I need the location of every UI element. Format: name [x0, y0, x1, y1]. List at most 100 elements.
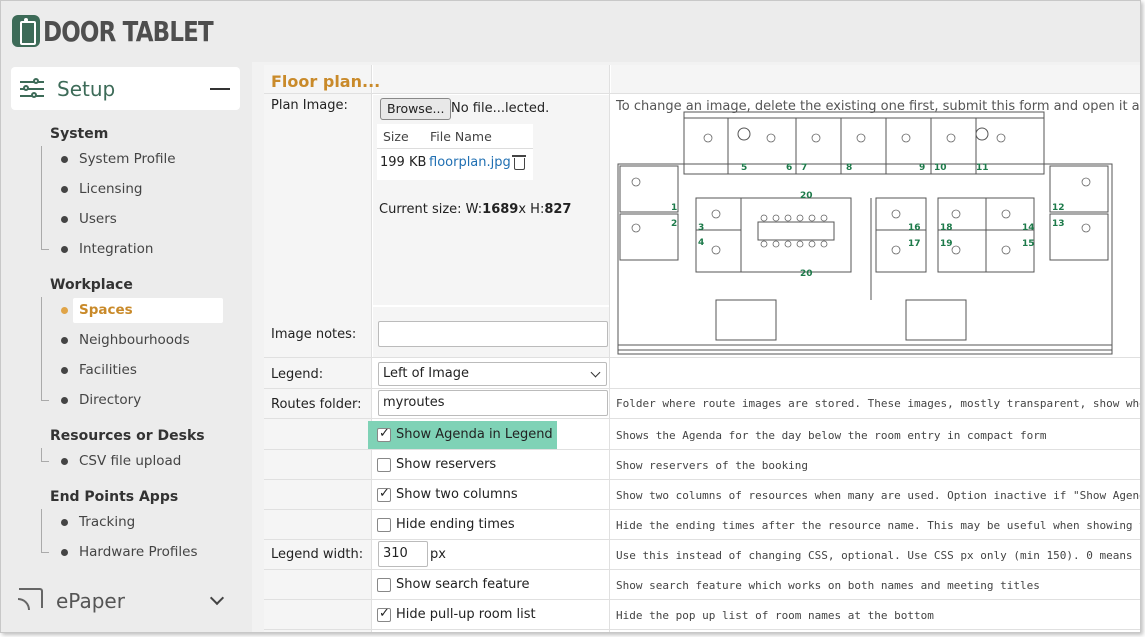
hide-ending-times-option[interactable]: Hide ending times: [377, 517, 515, 532]
nav-bullet: [61, 337, 68, 344]
show-reservers-option[interactable]: Show reservers: [377, 457, 496, 472]
chevron-down-icon: [590, 367, 601, 378]
show-agenda-checkbox[interactable]: [377, 426, 391, 442]
file-status: No file...lected.: [451, 101, 550, 116]
show-reservers-checkbox[interactable]: [377, 457, 391, 472]
nav-tree-line: [41, 297, 42, 400]
room-label: 15: [1022, 239, 1035, 249]
hide-pullup-checkbox[interactable]: [377, 606, 391, 622]
room-label: 20: [800, 269, 813, 279]
routes-folder-label: Routes folder:: [271, 397, 362, 412]
setup-menu-header[interactable]: Setup: [11, 67, 240, 110]
nav-bullet: [61, 549, 68, 556]
show-search-option[interactable]: Show search feature: [377, 577, 529, 592]
legend-select[interactable]: Left of Image: [378, 362, 607, 386]
nav-tree-branch: [41, 552, 49, 553]
room-label: 14: [1022, 223, 1035, 233]
browse-button[interactable]: Browse...: [380, 98, 452, 120]
cast-icon: [18, 588, 43, 610]
room-label: 12: [1052, 203, 1065, 213]
header-cell: [373, 65, 609, 93]
room-label: 9: [919, 163, 925, 173]
room-label: 11: [976, 163, 989, 173]
nav-bullet: [61, 367, 68, 374]
trash-icon[interactable]: [512, 155, 526, 170]
show-two-columns-desc: Show two columns of resources when many …: [616, 489, 1141, 502]
sidebar-item-tracking[interactable]: Tracking: [79, 514, 135, 530]
show-two-columns-checkbox[interactable]: [377, 486, 391, 502]
col-size: Size: [383, 129, 409, 144]
sidebar-item-spaces[interactable]: Spaces: [79, 302, 133, 318]
epaper-menu-header[interactable]: ePaper: [56, 589, 125, 613]
show-agenda-desc: Shows the Agenda for the day below the r…: [616, 429, 1047, 442]
image-notes-input[interactable]: [378, 321, 608, 347]
nav-bullet: [61, 156, 68, 163]
setup-title: Setup: [57, 76, 116, 101]
room-label: 10: [934, 163, 947, 173]
nav-tree-line: [41, 146, 42, 249]
nav-bullet: [61, 186, 68, 193]
legend-width-unit: px: [430, 547, 446, 562]
room-label: 17: [908, 239, 921, 249]
room-label: 18: [940, 223, 953, 233]
header-cell: [611, 65, 1140, 93]
col-file-name: File Name: [430, 129, 492, 144]
sidebar-item-users[interactable]: Users: [79, 211, 117, 227]
room-label: 7: [801, 163, 807, 173]
nav-section-workplace: Workplace: [50, 277, 133, 293]
sidebar-item-integration[interactable]: Integration: [79, 241, 153, 257]
routes-folder-desc: Folder where route images are stored. Th…: [616, 397, 1141, 410]
room-label: 13: [1052, 219, 1065, 229]
room-label: 3: [698, 223, 704, 233]
room-label: 1: [671, 203, 677, 213]
logo-text: DOOR TABLET: [43, 14, 214, 48]
hide-pullup-option[interactable]: Hide pull-up room list: [377, 606, 536, 622]
show-reservers-label: Show reservers: [396, 457, 497, 472]
legend-label: Legend:: [271, 367, 324, 382]
hide-pullup-label: Hide pull-up room list: [396, 607, 536, 622]
nav-section-endpoints: End Points Apps: [50, 489, 179, 505]
collapse-icon[interactable]: [210, 88, 230, 90]
nav-tree-branch: [41, 249, 49, 250]
room-label: 16: [908, 223, 921, 233]
legend-width-desc: Use this instead of changing CSS, option…: [616, 549, 1141, 562]
section-title: Floor plan...: [271, 72, 381, 91]
hide-ending-times-checkbox[interactable]: [377, 517, 391, 532]
sidebar-item-facilities[interactable]: Facilities: [79, 362, 137, 378]
sidebar-item-neighbourhoods[interactable]: Neighbourhoods: [79, 332, 190, 348]
legend-width-input[interactable]: 310: [378, 541, 428, 567]
room-label: 6: [786, 163, 792, 173]
sidebar-item-directory[interactable]: Directory: [79, 392, 141, 408]
image-notes-label: Image notes:: [271, 327, 357, 342]
main-panel: Floor plan... Plan Image: Browse... No f…: [252, 62, 1141, 632]
sidebar-item-system-profile[interactable]: System Profile: [79, 151, 176, 167]
chevron-down-icon[interactable]: [209, 590, 225, 606]
door-tablet-logo[interactable]: DOOR TABLET: [12, 14, 250, 48]
show-search-label: Show search feature: [396, 577, 530, 592]
show-agenda-label: Show Agenda in Legend: [396, 427, 553, 442]
room-label: 5: [741, 163, 747, 173]
nav-bullet: [61, 216, 68, 223]
file-size: 199 KB: [380, 155, 427, 170]
floorplan-preview-image: 5 6 7 8 9 10 11 1 2 3 4 20 20 16 17 18 1: [617, 111, 1113, 355]
show-agenda-option[interactable]: Show Agenda in Legend: [377, 426, 553, 442]
nav-bullet: [61, 519, 68, 526]
show-two-columns-label: Show two columns: [396, 487, 518, 502]
show-two-columns-option[interactable]: Show two columns: [377, 486, 518, 502]
nav-bullet: [61, 397, 68, 404]
routes-folder-input[interactable]: myroutes: [378, 390, 608, 416]
show-reservers-desc: Show reservers of the booking: [616, 459, 809, 472]
sidebar-item-hardware-profiles[interactable]: Hardware Profiles: [79, 544, 197, 560]
sidebar-item-csv-upload[interactable]: CSV file upload: [79, 453, 181, 469]
hide-pullup-desc: Hide the pop up list of room names at th…: [616, 609, 934, 622]
show-search-checkbox[interactable]: [377, 577, 391, 592]
nav-tree-line: [41, 509, 42, 552]
nav-tree-line: [41, 448, 42, 461]
sliders-icon: [20, 77, 44, 100]
current-size: Current size: W:1689x H:827: [379, 202, 572, 217]
show-search-desc: Show search feature which works on both …: [616, 579, 1040, 592]
file-link[interactable]: floorplan.jpg: [429, 155, 511, 170]
room-label: 4: [698, 238, 704, 248]
hide-ending-times-label: Hide ending times: [396, 517, 515, 532]
sidebar-item-licensing[interactable]: Licensing: [79, 181, 142, 197]
